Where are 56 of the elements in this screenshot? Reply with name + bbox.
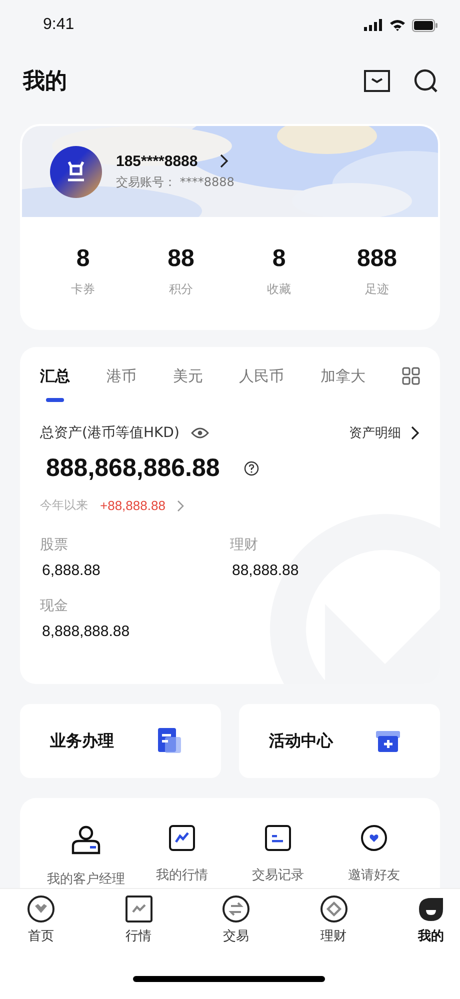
ytd-change: +88,888.88 [100, 498, 166, 513]
grid-icon[interactable] [402, 367, 420, 385]
signal-icon [364, 19, 383, 31]
chevron-right-icon [411, 426, 420, 440]
asset-value: 6,888.88 [41, 562, 102, 579]
tab-bar-item[interactable]: 我的 [416, 895, 446, 945]
document-icon [155, 727, 183, 755]
service-card[interactable]: 活动中心 [239, 704, 440, 778]
asset-value: 8,888,888.88 [41, 623, 131, 640]
chart-icon [168, 824, 196, 852]
stat-value: 888 [356, 245, 398, 273]
total-assets-value: 888,868,886.88 [45, 454, 220, 483]
message-icon[interactable] [364, 70, 390, 92]
service-card[interactable]: 业务办理 [20, 704, 221, 778]
asset-category: 理财 [230, 536, 259, 554]
shortcut-item[interactable]: 交易记录 [230, 824, 326, 884]
wifi-icon [389, 19, 406, 31]
person-icon [70, 824, 102, 856]
home-icon [27, 895, 55, 923]
help-icon[interactable] [244, 461, 259, 476]
currency-tab[interactable]: 汇总 [40, 367, 70, 414]
chevron-right-icon[interactable] [220, 154, 229, 168]
stat-label[interactable]: 足迹 [365, 281, 389, 298]
asset-value: 88,888.88 [231, 562, 300, 579]
status-time: 9:41 [43, 16, 74, 34]
ytd-label: 今年以来 [40, 497, 88, 514]
tab-bar-item[interactable]: 首页 [26, 895, 56, 945]
record-icon [264, 824, 292, 852]
currency-tab[interactable]: 人民币 [239, 367, 284, 414]
currency-tab[interactable]: 加拿大 [320, 367, 366, 414]
total-assets-label: 总资产(港币等值HKD) [40, 424, 180, 442]
stat-value: 88 [168, 245, 194, 273]
tab-bar-item[interactable]: 交易 [221, 895, 251, 945]
tab-bar-item[interactable]: 行情 [124, 895, 154, 945]
stat-value: 8 [76, 245, 90, 273]
shortcut-item[interactable]: 我的行情 [134, 824, 230, 884]
account-number: 交易账号： ****8888 [116, 174, 234, 190]
currency-tab[interactable]: 美元 [172, 367, 203, 414]
search-icon[interactable] [414, 69, 438, 93]
currency-tab[interactable]: 港币 [106, 367, 136, 414]
asset-category: 股票 [40, 536, 69, 554]
shortcut-item[interactable]: 邀请好友 [326, 824, 422, 884]
phone-number: 185****8888 [116, 152, 198, 170]
asset-category: 现金 [40, 597, 69, 615]
eye-icon[interactable] [191, 427, 210, 439]
avatar-icon[interactable] [50, 146, 102, 198]
chart-icon [124, 895, 152, 923]
tab-bar-item[interactable]: 理财 [318, 895, 348, 945]
stat-value: 8 [272, 245, 286, 273]
stat-label[interactable]: 收藏 [267, 281, 291, 298]
exchange-icon [222, 895, 250, 923]
profile-icon [417, 895, 445, 923]
asset-details-link[interactable]: 资产明细 [349, 424, 420, 442]
shortcut-item[interactable]: 我的客户经理 [38, 824, 134, 888]
page-title: 我的 [23, 68, 67, 96]
battery-icon [412, 18, 438, 32]
